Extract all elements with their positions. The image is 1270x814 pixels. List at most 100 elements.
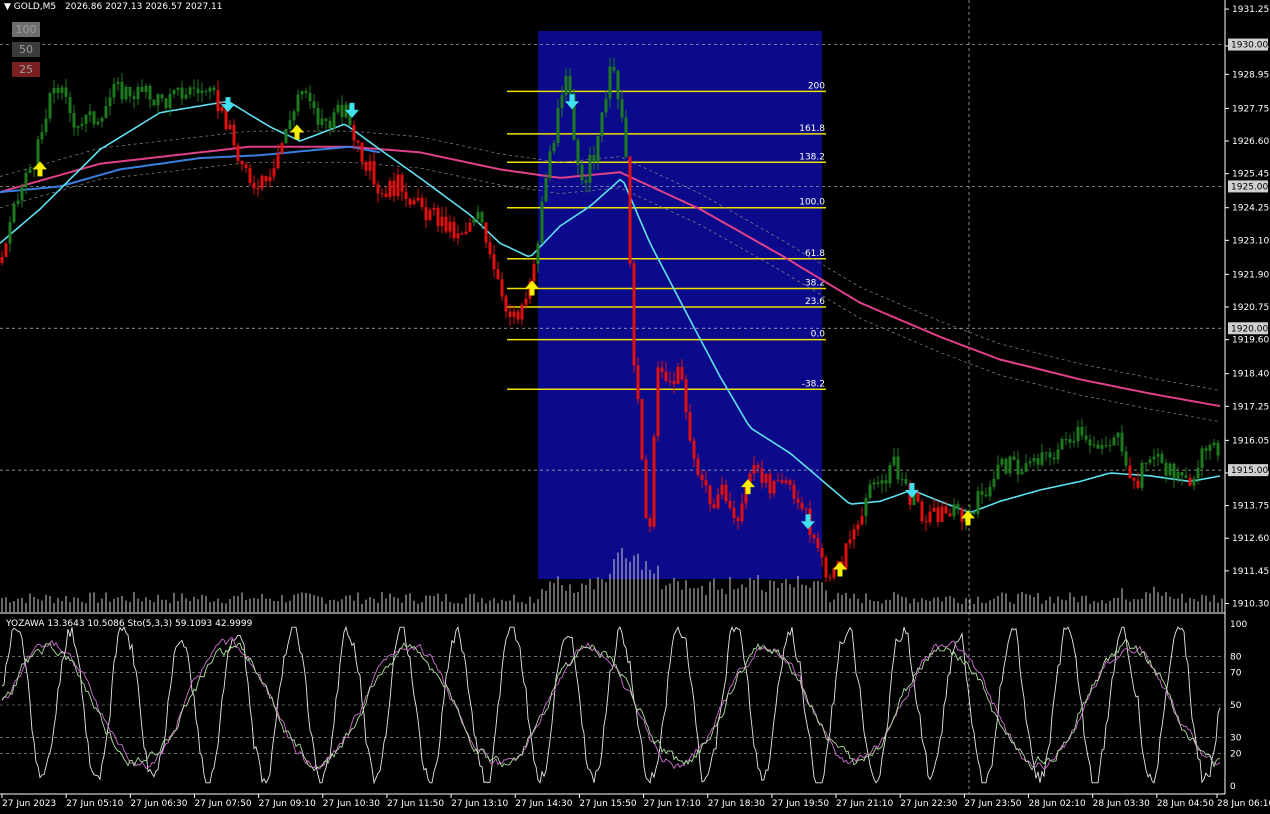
time-tick-label: 27 Jun 17:10: [644, 799, 701, 809]
candle-body: [380, 193, 384, 195]
candle-body: [620, 99, 624, 118]
time-tick-label: 27 Jun 11:50: [387, 799, 444, 809]
price-tick-label: 1926.60: [1232, 137, 1269, 147]
candle-body: [1056, 449, 1060, 460]
candle-body: [816, 538, 820, 549]
price-tick-label: 1925.45: [1232, 170, 1269, 180]
zoom-25-button[interactable]: 25: [12, 62, 40, 77]
candle-body: [896, 456, 900, 480]
candle-body: [48, 93, 52, 119]
candle-body: [128, 86, 132, 97]
candle-body: [832, 568, 836, 578]
candle-body: [1088, 439, 1092, 446]
candle-body: [584, 180, 588, 183]
time-tick-label: 27 Jun 09:10: [259, 799, 316, 809]
candle-body: [1020, 471, 1024, 475]
candle-body: [924, 521, 928, 523]
candle-body: [44, 118, 48, 133]
time-tick-label: 27 Jun 15:50: [579, 799, 636, 809]
candle-body: [580, 164, 584, 181]
candle-body: [1096, 444, 1100, 449]
oscillator-label: YOZAWA 13.3643 10.5086 Sto(5,3,3) 59.109…: [6, 619, 253, 629]
candle-body: [84, 115, 88, 124]
quote-values: 2026.86 2027.13 2026.57 2027.11: [65, 2, 223, 12]
price-level-tag-label: 1920.00: [1231, 324, 1268, 334]
candle-body: [1196, 467, 1200, 479]
candle-body: [524, 298, 528, 305]
zoom-50-button[interactable]: 50: [12, 42, 40, 57]
candle-body: [200, 90, 204, 94]
candle-body: [1084, 435, 1088, 440]
candle-body: [88, 111, 92, 116]
candle-body: [940, 506, 944, 522]
candle-body: [440, 216, 444, 226]
price-tick-label: 1931.25: [1232, 5, 1269, 15]
candle-body: [812, 534, 816, 539]
candle-body: [92, 111, 96, 125]
candle-body: [356, 140, 360, 143]
candle-body: [988, 486, 992, 497]
price-tick-label: 1927.75: [1232, 104, 1269, 114]
candle-body: [8, 222, 12, 244]
fib-level-label: 23.6: [805, 297, 825, 307]
candle-body: [260, 175, 264, 189]
candle-body: [1216, 442, 1220, 456]
candle-body: [1004, 458, 1008, 474]
candle-body: [228, 124, 232, 130]
candle-body: [956, 504, 960, 509]
osc-tick-label: 20: [1230, 750, 1242, 760]
candle-body: [904, 479, 908, 484]
candle-body: [404, 191, 408, 200]
candle-body: [100, 117, 104, 122]
zoom-100-button[interactable]: 100: [12, 22, 40, 37]
candle-body: [472, 218, 476, 223]
time-tick-label: 27 Jun 10:30: [323, 799, 380, 809]
candle-body: [376, 184, 380, 194]
candle-body: [1152, 456, 1156, 460]
candle-body: [972, 512, 976, 514]
candle-body: [212, 87, 216, 91]
fib-level-label: 100.0: [799, 198, 825, 208]
dropdown-triangle-icon[interactable]: ▼: [4, 2, 11, 12]
candle-body: [1080, 426, 1084, 436]
candle-body: [184, 94, 188, 99]
candle-body: [492, 254, 496, 270]
candle-body: [688, 412, 692, 441]
candle-body: [660, 367, 664, 372]
candle-body: [412, 200, 416, 205]
fibonacci-zone: [538, 31, 822, 579]
candle-body: [1192, 478, 1196, 486]
candle-body: [352, 124, 356, 141]
price-tick-label: 1928.95: [1232, 70, 1269, 80]
candle-body: [876, 482, 880, 484]
candle-body: [948, 513, 952, 517]
candle-body: [296, 94, 300, 112]
candle-body: [448, 221, 452, 232]
candle-body: [1008, 456, 1012, 474]
candle-body: [864, 498, 868, 517]
price-tick-label: 1918.40: [1232, 370, 1269, 380]
candle-body: [884, 480, 888, 484]
candle-body: [24, 172, 28, 187]
candle-body: [628, 156, 632, 264]
price-chart[interactable]: 200161.8138.2100.061.838.223.60.0-38.2 1…: [0, 0, 1270, 814]
candle-body: [132, 96, 136, 100]
candle-body: [192, 87, 196, 89]
candle-body: [860, 516, 864, 525]
candle-body: [1208, 445, 1212, 451]
candle-body: [116, 81, 120, 84]
candle-body: [516, 311, 520, 320]
osc-tick-label: 70: [1230, 669, 1242, 679]
time-tick-label: 27 Jun 05:10: [66, 799, 123, 809]
candle-body: [68, 96, 72, 114]
fib-level-label: 200: [808, 81, 825, 91]
candle-body: [332, 112, 336, 129]
candle-body: [848, 539, 852, 544]
candle-body: [392, 180, 396, 196]
candle-body: [760, 468, 764, 483]
candle-body: [1048, 452, 1052, 458]
candle-body: [16, 200, 20, 204]
candle-body: [824, 557, 828, 578]
time-tick-label: 27 Jun 19:50: [772, 799, 829, 809]
candle-body: [612, 66, 616, 71]
